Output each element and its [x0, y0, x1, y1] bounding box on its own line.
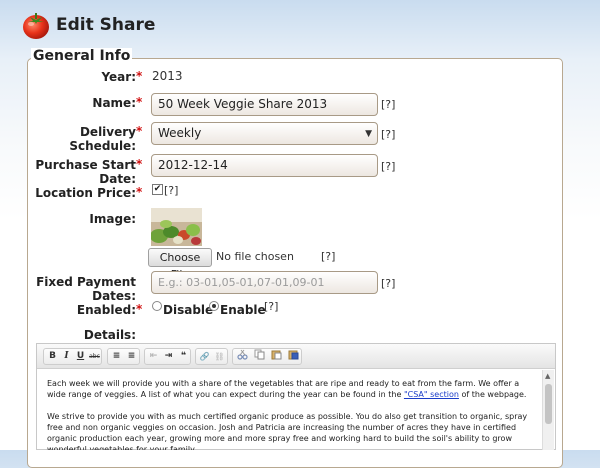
blockquote-icon[interactable]: ❝ — [176, 349, 191, 364]
year-label: Year: — [101, 70, 136, 84]
strikethrough-button[interactable]: abc — [87, 349, 102, 364]
details-rich-text-editor: B I U abc ≡ ≡ ⇤ ⇥ ❝ 🔗 ⛓ Each week we wil… — [36, 343, 556, 450]
scroll-up-icon[interactable]: ▲ — [545, 372, 550, 380]
required-marker: * — [136, 185, 143, 199]
enable-radio-label: Enable — [220, 303, 266, 317]
delivery-schedule-selected: Weekly — [158, 126, 202, 140]
page-title: Edit Share — [56, 15, 156, 35]
image-help-link[interactable]: [?] — [321, 250, 335, 263]
chevron-down-icon: ▼ — [365, 129, 372, 139]
tomato-icon — [23, 13, 49, 39]
enable-radio[interactable] — [209, 301, 219, 311]
clipboard-button-group — [232, 348, 302, 365]
required-marker: * — [136, 124, 143, 138]
delivery-schedule-help-link[interactable]: [?] — [381, 128, 395, 141]
scrollbar-thumb[interactable] — [545, 384, 552, 424]
numbered-list-icon[interactable]: ≡ — [109, 349, 124, 364]
page-header: Edit Share — [0, 0, 600, 52]
paste-icon[interactable] — [269, 349, 284, 364]
copy-icon[interactable] — [252, 349, 267, 364]
list-button-group: ≡ ≡ — [107, 348, 140, 365]
purchase-start-date-help-link[interactable]: [?] — [381, 160, 395, 173]
disable-radio[interactable] — [152, 301, 162, 311]
indent-button-group: ⇤ ⇥ ❝ — [144, 348, 191, 365]
enabled-help-link[interactable]: [?] — [264, 300, 278, 313]
editor-scrollbar[interactable]: ▲ — [542, 370, 554, 450]
name-input[interactable]: 50 Week Veggie Share 2013 — [151, 93, 378, 116]
name-help-link[interactable]: [?] — [381, 98, 395, 111]
enabled-label: Enabled: — [76, 303, 136, 317]
paste-from-word-icon[interactable] — [286, 349, 301, 364]
format-button-group: B I U abc — [43, 348, 102, 365]
editor-content-area[interactable]: Each week we will provide you with a sha… — [37, 370, 541, 450]
required-marker: * — [136, 302, 143, 316]
image-label: Image: — [89, 212, 136, 226]
italic-button[interactable]: I — [59, 349, 74, 364]
file-status-text: No file chosen — [216, 250, 294, 263]
delivery-schedule-label: Delivery Schedule: — [69, 125, 136, 153]
location-price-label: Location Price: — [35, 186, 136, 200]
required-marker: * — [136, 157, 143, 171]
location-price-checkbox[interactable]: ✔ — [152, 184, 163, 195]
fieldset-legend: General Info — [31, 48, 133, 64]
location-price-help-link[interactable]: [?] — [164, 184, 178, 197]
details-label: Details: — [83, 328, 136, 342]
delivery-schedule-select[interactable]: Weekly ▼ — [151, 122, 378, 145]
fixed-payment-dates-label: Fixed Payment Dates: — [36, 275, 136, 303]
underline-button[interactable]: U — [73, 349, 88, 364]
details-paragraph: We strive to provide you with as much ce… — [47, 412, 528, 450]
choose-file-button[interactable]: Choose File — [148, 248, 212, 281]
purchase-start-date-input[interactable]: 2012-12-14 — [151, 154, 378, 177]
fixed-payment-dates-input[interactable]: E.g.: 03-01,05-01,07-01,09-01 — [151, 271, 378, 294]
disable-radio-label: Disable — [163, 303, 214, 317]
unlink-icon[interactable]: ⛓ — [212, 349, 227, 364]
csa-section-link[interactable]: "CSA" section — [404, 390, 459, 399]
purchase-start-date-label: Purchase Start Date: — [35, 158, 136, 186]
link-icon[interactable]: 🔗 — [197, 349, 212, 364]
indent-icon[interactable]: ⇥ — [161, 349, 176, 364]
details-paragraph: Each week we will provide you with a sha… — [47, 379, 527, 399]
bulleted-list-icon[interactable]: ≡ — [124, 349, 139, 364]
outdent-icon[interactable]: ⇤ — [146, 349, 161, 364]
year-value: 2013 — [152, 69, 183, 83]
cut-icon[interactable] — [235, 349, 250, 364]
name-label: Name: — [92, 96, 136, 110]
editor-toolbar: B I U abc ≡ ≡ ⇤ ⇥ ❝ 🔗 ⛓ — [37, 344, 555, 369]
required-marker: * — [136, 95, 143, 109]
bold-button[interactable]: B — [45, 349, 60, 364]
share-thumbnail-image — [151, 208, 202, 246]
required-marker: * — [136, 69, 143, 83]
fixed-payment-dates-help-link[interactable]: [?] — [381, 277, 395, 290]
link-button-group: 🔗 ⛓ — [195, 348, 228, 365]
